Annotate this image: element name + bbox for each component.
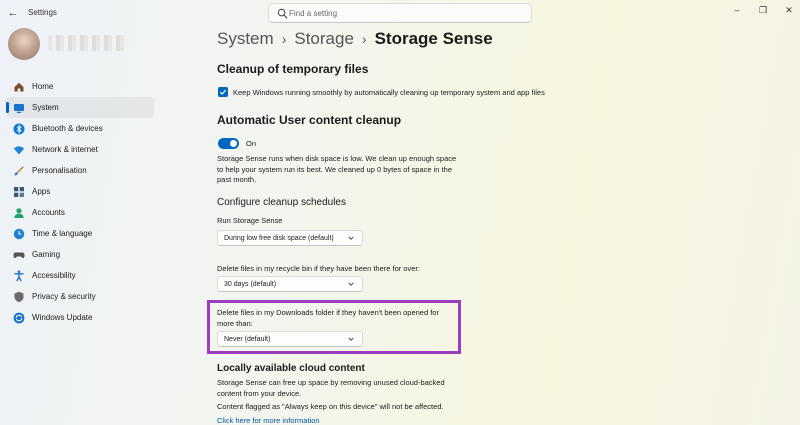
search-box[interactable] <box>268 3 532 23</box>
temp-files-checkbox[interactable] <box>218 87 228 97</box>
run-storage-sense-label: Run Storage Sense <box>217 216 283 225</box>
sidebar-item-bluetooth[interactable]: Bluetooth & devices <box>6 118 154 139</box>
description-line: past month. <box>217 175 257 184</box>
sidebar-item-accounts[interactable]: Accounts <box>6 202 154 223</box>
description-line: content from your device. <box>217 388 302 398</box>
breadcrumb-separator: › <box>361 31 367 47</box>
sidebar-item-home[interactable]: Home <box>6 76 154 97</box>
sidebar-item-label: Bluetooth & devices <box>32 124 103 133</box>
sidebar-item-network[interactable]: Network & internet <box>6 139 154 160</box>
auto-cleanup-toggle-row[interactable]: On <box>218 138 256 149</box>
back-arrow-icon[interactable]: ← <box>6 6 20 20</box>
close-button[interactable]: ✕ <box>784 5 794 15</box>
window-controls: – ❐ ✕ <box>732 5 794 15</box>
sidebar-item-label: Apps <box>32 187 51 196</box>
bluetooth-icon <box>13 123 25 135</box>
chevron-down-icon <box>348 282 354 286</box>
breadcrumb-system[interactable]: System <box>217 29 274 49</box>
search-icon <box>277 8 288 19</box>
sidebar-item-label: Gaming <box>32 250 61 259</box>
checkmark-icon <box>219 89 227 95</box>
page-title: Storage Sense <box>374 29 493 48</box>
dropdown-value: 30 days (default) <box>224 280 277 288</box>
sidebar-item-label: Windows Update <box>32 313 93 322</box>
sidebar-item-label: Time & language <box>32 229 93 238</box>
breadcrumb: System › Storage › Storage Sense <box>217 29 493 49</box>
recycle-bin-label: Delete files in my recycle bin if they h… <box>217 264 421 273</box>
avatar <box>8 28 40 60</box>
section-heading-auto-cleanup: Automatic User content cleanup <box>217 113 402 127</box>
section-heading-cleanup: Cleanup of temporary files <box>217 62 369 76</box>
search-input[interactable] <box>289 6 525 20</box>
run-storage-sense-dropdown[interactable]: During low free disk space (default) <box>217 230 363 246</box>
brush-icon <box>13 165 25 177</box>
sidebar-item-accessibility[interactable]: Accessibility <box>6 265 154 286</box>
sidebar-item-label: Accounts <box>32 208 65 217</box>
home-icon <box>13 81 25 93</box>
description-line: to help your system run its best. We cle… <box>217 164 452 174</box>
sidebar-item-windows-update[interactable]: Windows Update <box>6 307 154 328</box>
toggle-state-label: On <box>246 139 257 148</box>
sidebar-item-label: System <box>32 103 59 112</box>
accessibility-icon <box>13 270 25 282</box>
auto-cleanup-description: Storage Sense runs when disk space is lo… <box>217 154 456 186</box>
temp-files-checkbox-label: Keep Windows running smoothly by automat… <box>233 87 545 97</box>
more-information-link[interactable]: Click here for more information <box>217 416 320 425</box>
gamepad-icon <box>13 249 25 261</box>
sidebar-nav: Home System Bluetooth & devices Network … <box>6 76 154 328</box>
highlight-box <box>207 300 461 354</box>
sidebar-item-label: Personalisation <box>32 166 87 175</box>
sidebar-item-label: Accessibility <box>32 271 76 280</box>
sidebar-item-label: Network & internet <box>32 145 98 154</box>
app-title: Settings <box>28 8 57 17</box>
sync-icon <box>13 312 25 324</box>
sidebar-item-privacy-security[interactable]: Privacy & security <box>6 286 154 307</box>
sidebar-item-apps[interactable]: Apps <box>6 181 154 202</box>
temp-files-checkbox-row[interactable]: Keep Windows running smoothly by automat… <box>218 87 545 97</box>
breadcrumb-separator: › <box>281 31 287 47</box>
auto-cleanup-toggle[interactable] <box>218 138 239 149</box>
shield-icon <box>13 291 25 303</box>
dropdown-value: During low free disk space (default) <box>224 234 334 242</box>
redacted-user-name <box>48 35 128 51</box>
sidebar-item-system[interactable]: System <box>6 97 154 118</box>
cloud-note: Content flagged as "Always keep on this … <box>217 402 444 411</box>
section-heading-cloud: Locally available cloud content <box>217 363 365 374</box>
sidebar-item-time-language[interactable]: Time & language <box>6 223 154 244</box>
cloud-description: Storage Sense can free up space by remov… <box>217 378 445 399</box>
sidebar-item-label: Privacy & security <box>32 292 96 301</box>
section-heading-schedules: Configure cleanup schedules <box>217 197 346 208</box>
description-line: Storage Sense runs when disk space is lo… <box>217 154 457 163</box>
minimize-button[interactable]: – <box>732 5 742 15</box>
chevron-down-icon <box>348 236 354 240</box>
maximize-button[interactable]: ❐ <box>758 5 768 15</box>
monitor-icon <box>13 102 25 114</box>
breadcrumb-storage[interactable]: Storage <box>294 29 354 49</box>
wifi-icon <box>13 144 25 156</box>
person-icon <box>13 207 25 219</box>
sidebar-item-personalisation[interactable]: Personalisation <box>6 160 154 181</box>
sidebar-item-label: Home <box>32 82 54 91</box>
sidebar-item-gaming[interactable]: Gaming <box>6 244 154 265</box>
globe-clock-icon <box>13 228 25 240</box>
recycle-bin-dropdown[interactable]: 30 days (default) <box>217 276 363 292</box>
description-line: Storage Sense can free up space by remov… <box>217 378 445 387</box>
apps-icon <box>13 186 25 198</box>
title-bar: ← Settings – ❐ ✕ <box>0 0 800 26</box>
